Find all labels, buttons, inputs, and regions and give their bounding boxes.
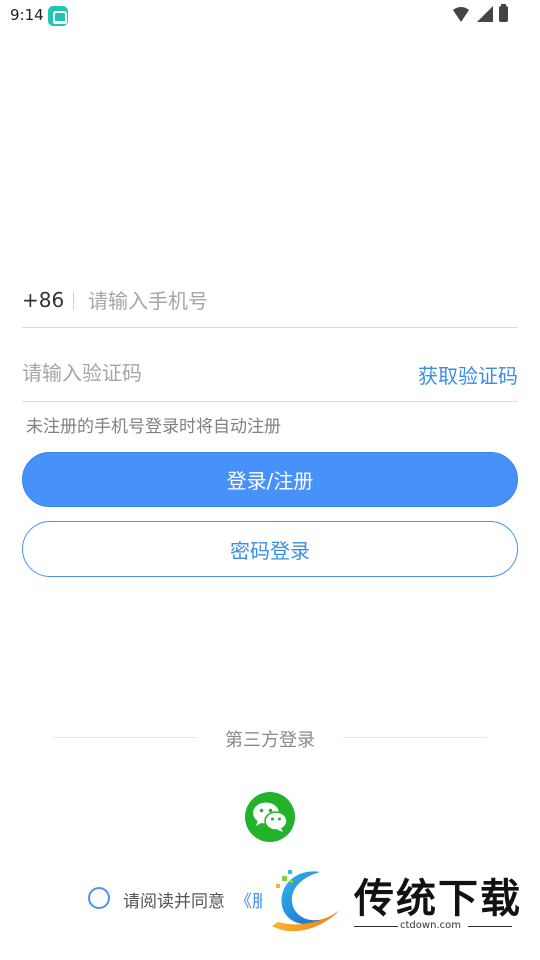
ctdown-logo-icon [272,870,340,932]
phone-input[interactable] [88,286,508,316]
country-code[interactable]: +86 [22,288,64,312]
third-party-divider-right [343,737,487,738]
register-hint: 未注册的手机号登录时将自动注册 [26,417,281,437]
watermark-title: 传统下载 [354,876,522,922]
password-login-button[interactable]: 密码登录 [22,521,518,577]
watermark-overlay: 传统下载 ctdown.com [262,860,532,940]
watermark-line-right [468,926,512,927]
agreement-text: 请阅读并同意 [123,892,225,912]
signal-icon [477,6,493,22]
battery-icon [499,4,508,22]
login-register-button[interactable]: 登录/注册 [22,452,518,507]
phone-divider [73,292,74,310]
phone-row: +86 [22,276,518,328]
wechat-login-button[interactable] [245,792,295,842]
wechat-icon [253,802,288,832]
status-time: 9:14 [10,6,44,24]
wifi-icon [451,6,471,22]
code-row: 获取验证码 [22,350,518,402]
get-code-button[interactable]: 获取验证码 [418,360,518,389]
agreement-link[interactable]: 《服 [235,887,263,912]
agreement-checkbox[interactable] [88,887,110,909]
code-input[interactable] [22,358,382,388]
watermark-line-left [354,926,398,927]
watermark-site: ctdown.com [400,920,461,931]
status-icons [451,4,508,22]
login-screen: 9:14 +86 获取验证码 未注册的手机号登录时将自动注册 登录/注册 密码登… [0,0,540,960]
app-notification-icon [48,6,68,26]
status-bar: 9:14 [0,0,540,32]
third-party-title: 第三方登录 [225,730,315,751]
